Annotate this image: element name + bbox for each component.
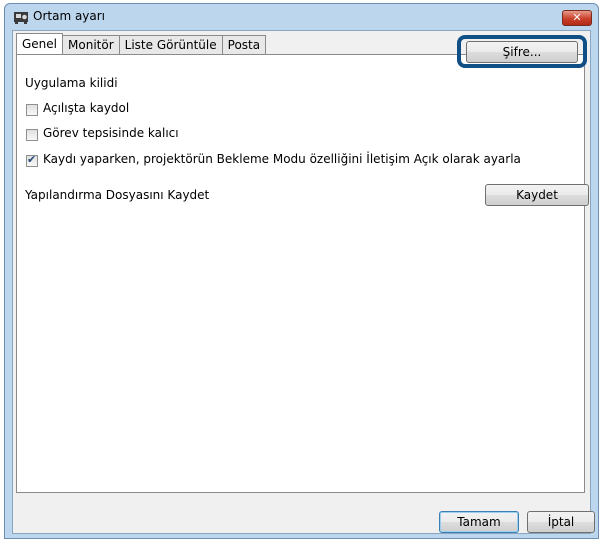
general-tab-panel: Uygulama kilidi Açılışta kaydol Görev te…: [16, 54, 589, 493]
standby-label[interactable]: Kaydı yaparken, projektörün Bekleme Modu…: [43, 152, 521, 166]
ok-button[interactable]: Tamam: [439, 511, 519, 533]
startup-checkbox[interactable]: [26, 104, 38, 116]
save-config-button[interactable]: Kaydet: [485, 184, 589, 206]
tray-checkbox[interactable]: [26, 129, 38, 141]
password-button[interactable]: Şifre...: [466, 41, 578, 63]
title-bar[interactable]: Ortam ayarı ✕: [5, 4, 598, 30]
settings-window: Ortam ayarı ✕ Genel Monitör Liste Görünt…: [4, 3, 599, 539]
tab-liste-goruntule[interactable]: Liste Görüntüle: [118, 35, 223, 54]
close-button[interactable]: ✕: [562, 10, 592, 26]
tab-posta[interactable]: Posta: [221, 35, 267, 54]
projector-icon: [14, 12, 28, 24]
startup-label[interactable]: Açılışta kaydol: [43, 101, 129, 115]
app-lock-label: Uygulama kilidi: [25, 76, 118, 90]
tab-monitor[interactable]: Monitör: [62, 35, 120, 54]
tray-label[interactable]: Görev tepsisinde kalıcı: [43, 126, 179, 140]
cancel-button[interactable]: İptal: [527, 511, 595, 533]
dialog-body: Genel Monitör Liste Görüntüle Posta Uygu…: [12, 30, 595, 534]
window-title: Ortam ayarı: [33, 9, 106, 23]
tab-strip: Genel Monitör Liste Görüntüle Posta: [16, 33, 267, 55]
tab-genel[interactable]: Genel: [16, 33, 64, 54]
close-icon: ✕: [572, 11, 582, 24]
standby-checkbox[interactable]: [26, 153, 38, 167]
save-config-label: Yapılandırma Dosyasını Kaydet: [25, 188, 210, 202]
